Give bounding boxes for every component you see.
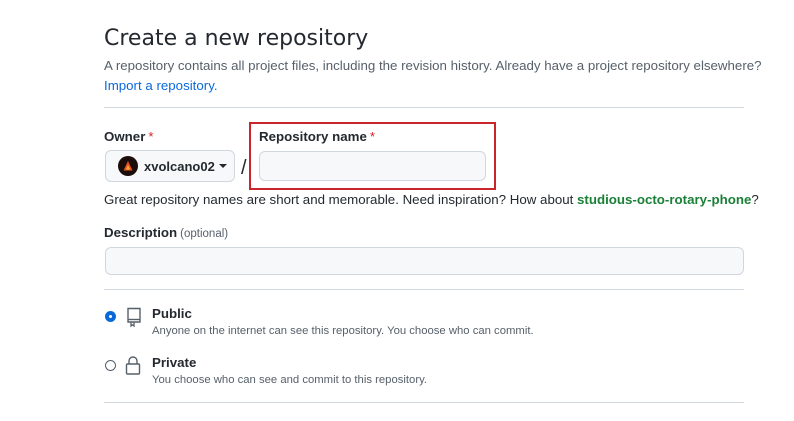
- owner-label-text: Owner: [104, 129, 146, 144]
- chevron-down-icon: [218, 164, 227, 168]
- page-title: Create a new repository: [104, 26, 369, 51]
- private-title: Private: [152, 355, 197, 370]
- hint-suffix: ?: [751, 192, 759, 207]
- private-radio[interactable]: [105, 360, 116, 371]
- description-label-text: Description: [104, 225, 178, 240]
- owner-label: Owner *: [104, 129, 154, 144]
- avatar-image: [123, 161, 133, 171]
- hint-text: Great repository names are short and mem…: [104, 192, 574, 207]
- description-input[interactable]: [105, 247, 744, 275]
- divider: [104, 402, 744, 403]
- description-label: Description (optional): [104, 225, 228, 240]
- subtitle-text: A repository contains all project files,…: [104, 58, 762, 73]
- lock-icon: [124, 355, 142, 382]
- public-radio[interactable]: [106, 312, 115, 321]
- import-repository-link[interactable]: Import a repository.: [104, 78, 218, 93]
- public-title: Public: [152, 306, 192, 321]
- owner-name: xvolcano02: [144, 158, 215, 174]
- owner-repo-separator: /: [241, 157, 247, 179]
- suggested-name-link[interactable]: studious-octo-rotary-phone: [577, 192, 751, 207]
- page-subtitle: A repository contains all project files,…: [104, 56, 764, 96]
- optional-tag: (optional): [180, 228, 229, 240]
- divider: [104, 107, 744, 108]
- private-description: You choose who can see and commit to thi…: [152, 374, 428, 386]
- repo-icon: [124, 306, 144, 333]
- avatar: [118, 156, 138, 176]
- owner-dropdown[interactable]: xvolcano02: [105, 150, 235, 182]
- divider: [104, 289, 744, 290]
- required-mark: *: [148, 129, 154, 144]
- highlight-box: [249, 122, 496, 190]
- public-description: Anyone on the internet can see this repo…: [152, 325, 534, 337]
- name-suggestion-hint: Great repository names are short and mem…: [104, 192, 759, 207]
